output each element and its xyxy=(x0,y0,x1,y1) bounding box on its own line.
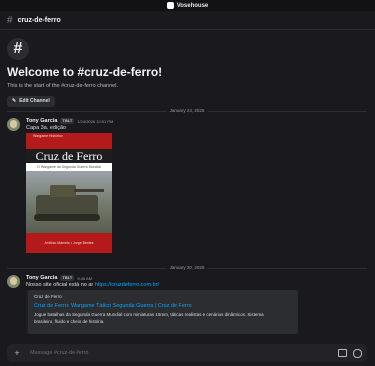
channel-hash-icon: # xyxy=(7,14,13,26)
window-title: Vosehouse xyxy=(176,2,209,9)
cover-bottom-band: Antônio Marcelo • Jorge Bentes xyxy=(26,233,112,253)
message-link[interactable]: https://cruzdeferro.com.br/ xyxy=(95,282,159,288)
welcome-title: Welcome to #cruz-de-ferro! xyxy=(7,65,163,79)
author-name[interactable]: Tony Garcia xyxy=(26,118,57,124)
embed-title[interactable]: Cruz de Ferro: Wargame Tático Segunda Gu… xyxy=(34,303,192,309)
tank-illustration xyxy=(34,185,104,221)
cover-title-band: Cruz de Ferro xyxy=(26,149,112,163)
composer-tools xyxy=(338,348,362,358)
cover-subtitle: O Wargame da Segunda Guerra Mundial xyxy=(37,165,101,169)
cover-series: Wargame Histórico xyxy=(33,134,63,138)
message-timestamp: 9:46 AM xyxy=(77,275,92,281)
avatar[interactable] xyxy=(7,118,20,131)
image-attachment[interactable]: Wargame Histórico Cruz de Ferro O Wargam… xyxy=(26,133,112,253)
date-divider: January 30, 2026 xyxy=(7,265,367,270)
cover-title: Cruz de Ferro xyxy=(35,148,103,163)
welcome-subtitle: This is the start of the #cruz-de-ferro … xyxy=(7,83,118,89)
date-divider-label: January 30, 2026 xyxy=(166,265,208,270)
edit-channel-button[interactable]: ✎ Edit Channel xyxy=(7,95,55,107)
app-logo-icon xyxy=(166,2,174,9)
message-text: Nosso site oficial está no ar https://cr… xyxy=(26,282,159,288)
gift-icon[interactable] xyxy=(338,349,347,357)
cover-top-band: Wargame Histórico xyxy=(26,133,112,149)
plus-icon[interactable]: + xyxy=(12,348,22,358)
composer-placeholder: Message #cruz-de-ferro xyxy=(30,350,89,356)
cover-photo xyxy=(26,171,112,233)
pencil-icon: ✎ xyxy=(12,98,17,104)
channel-hash-icon-large: # xyxy=(7,38,29,60)
date-divider-label: January 24, 2026 xyxy=(166,108,208,113)
message-text: Capa 3a. edição xyxy=(26,125,67,131)
message-timestamp: 1/24/2026 10:51 PM xyxy=(77,118,114,124)
embed-provider[interactable]: Cruz de Ferro xyxy=(34,294,62,299)
message-composer[interactable]: + Message #cruz-de-ferro xyxy=(7,344,367,362)
message-text-prefix: Nosso site oficial está no ar xyxy=(26,282,95,288)
embed-description: Jogue batalhas da Segunda Guerra Mundial… xyxy=(34,312,264,324)
channel-name: cruz-de-ferro xyxy=(17,16,61,24)
edit-channel-label: Edit Channel xyxy=(19,98,50,104)
user-tag-badge: TBLT xyxy=(60,118,75,124)
avatar[interactable] xyxy=(7,275,20,288)
user-tag-badge: TBLT xyxy=(60,275,75,281)
message-header: Tony Garcia TBLT 1/24/2026 10:51 PM xyxy=(26,118,113,124)
author-name[interactable]: Tony Garcia xyxy=(26,275,57,281)
emoji-icon[interactable] xyxy=(353,348,362,358)
cover-authors: Antônio Marcelo • Jorge Bentes xyxy=(44,241,94,245)
date-divider: January 24, 2026 xyxy=(7,108,367,113)
link-embed: Cruz de Ferro Cruz de Ferro: Wargame Tát… xyxy=(26,290,298,334)
channel-header: # cruz-de-ferro xyxy=(0,11,375,30)
message-header: Tony Garcia TBLT 9:46 AM xyxy=(26,275,92,281)
channel-welcome: # Welcome to #cruz-de-ferro! This is the… xyxy=(7,38,347,107)
title-bar: Vosehouse xyxy=(0,0,375,11)
